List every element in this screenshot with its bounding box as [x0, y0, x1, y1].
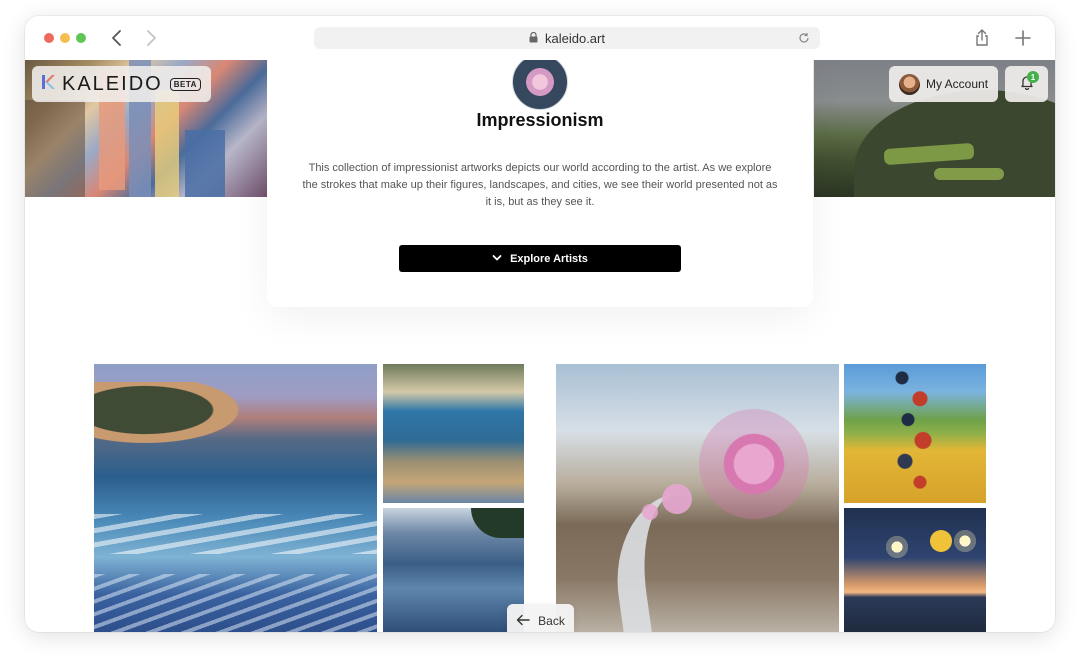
artwork-night-sky[interactable] — [844, 508, 986, 632]
reload-icon[interactable] — [798, 32, 810, 44]
minimize-window-button[interactable] — [60, 33, 70, 43]
maximize-window-button[interactable] — [76, 33, 86, 43]
back-button[interactable]: Back — [507, 604, 574, 632]
page-content: KALEIDO BETA My Account 1 Impressionism … — [25, 60, 1055, 632]
kaleido-logo-icon — [41, 74, 55, 95]
artwork-road-burst[interactable] — [556, 364, 839, 632]
my-account-button[interactable]: My Account — [889, 66, 999, 102]
notification-count-badge: 1 — [1027, 71, 1039, 83]
chevron-down-icon — [492, 253, 502, 265]
browser-toolbar: kaleido.art — [25, 16, 1055, 60]
share-icon[interactable] — [973, 28, 991, 48]
collection-card: Impressionism This collection of impress… — [267, 60, 813, 307]
close-window-button[interactable] — [44, 33, 54, 43]
collection-avatar — [512, 60, 568, 110]
artwork-cove[interactable] — [383, 364, 524, 503]
back-label: Back — [538, 614, 565, 628]
avatar — [899, 73, 920, 95]
explore-artists-label: Explore Artists — [510, 252, 588, 265]
my-account-label: My Account — [926, 77, 989, 91]
collection-title: Impressionism — [476, 110, 604, 130]
beta-badge: BETA — [169, 77, 201, 91]
back-arrow-icon[interactable] — [107, 27, 127, 49]
artwork-seascape-large[interactable] — [94, 364, 377, 632]
artwork-dotted-field[interactable] — [844, 364, 986, 503]
address-bar[interactable]: kaleido.art — [314, 27, 820, 49]
new-tab-icon[interactable] — [1013, 28, 1033, 48]
artwork-bay[interactable] — [383, 508, 524, 632]
brand-name: KALEIDO — [62, 72, 163, 95]
explore-artists-button[interactable]: Explore Artists — [399, 245, 681, 272]
forward-arrow-icon[interactable] — [141, 27, 161, 49]
url-text: kaleido.art — [545, 30, 605, 46]
kaleido-logo[interactable]: KALEIDO BETA — [32, 66, 211, 102]
browser-window: kaleido.art KALEIDO BETA My Account 1 Im… — [25, 16, 1055, 632]
arrow-left-icon — [516, 614, 530, 629]
collection-description: This collection of impressionist artwork… — [302, 162, 778, 208]
notifications-button[interactable]: 1 — [1005, 66, 1048, 102]
lock-icon — [529, 31, 538, 46]
